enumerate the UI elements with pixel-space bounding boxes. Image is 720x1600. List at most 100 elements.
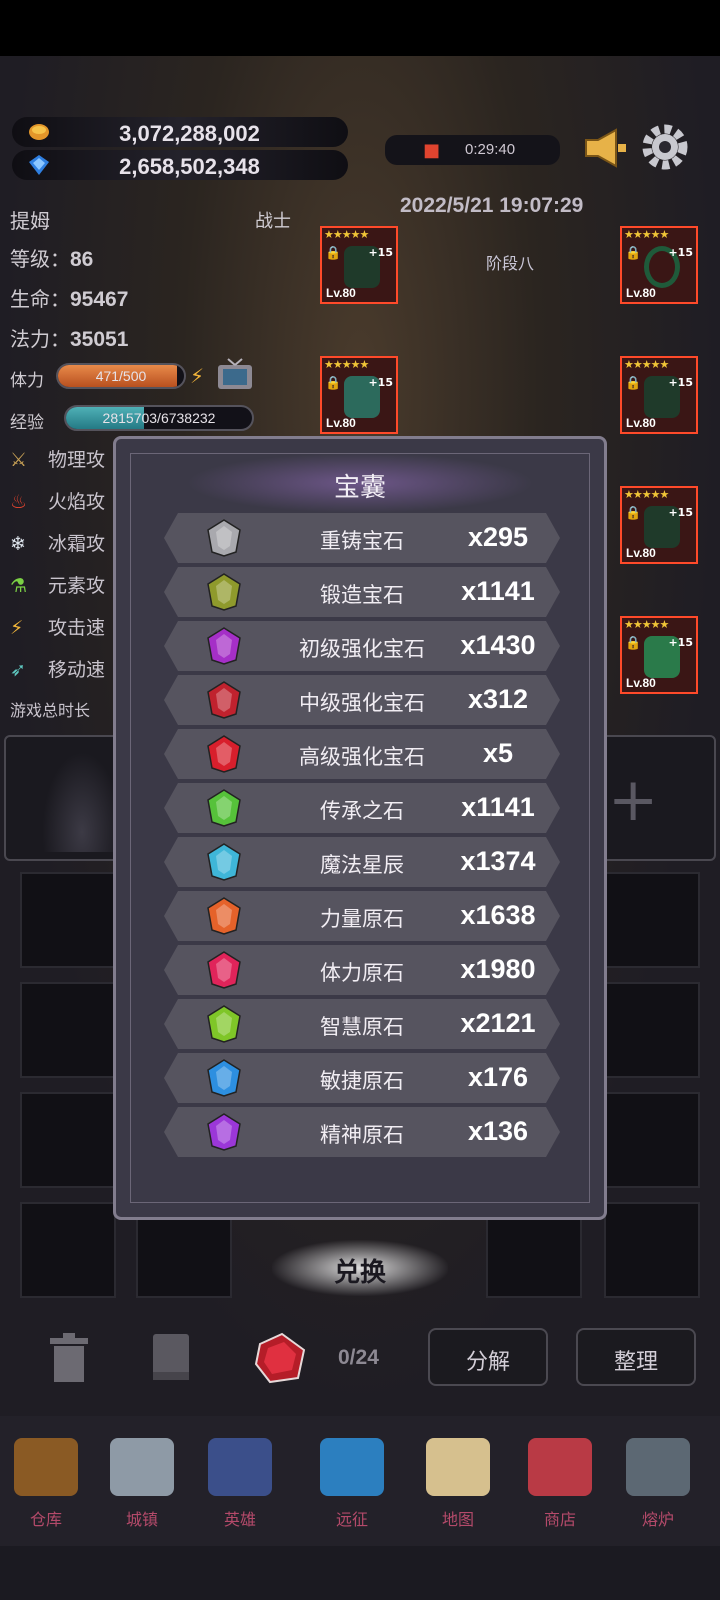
gold-counter: 3,072,288,002	[12, 117, 348, 147]
gem-row[interactable]: 重铸宝石 x295	[164, 513, 560, 563]
star-rating: ★★★★★	[624, 618, 669, 631]
lock-icon: 🔒	[625, 636, 642, 651]
mp-value: 35051	[70, 328, 129, 351]
enhance-level: +15	[668, 246, 693, 259]
nav-label: 英雄	[223, 1510, 256, 1529]
gold-amount: 3,072,288,002	[119, 121, 260, 146]
snowflake-icon: ❄	[10, 533, 26, 555]
lightning-icon: ⚡	[10, 617, 24, 639]
announcement-megaphone-icon[interactable]	[580, 126, 628, 170]
inventory-slot[interactable]	[20, 1092, 116, 1188]
hp-label: 生命：	[10, 287, 70, 311]
equip-slot-boots[interactable]: ★★★★★ 🔒 +15 Lv.80	[620, 486, 698, 564]
gem-name: 智慧原石	[320, 1015, 404, 1039]
equip-slot-ring[interactable]: ★★★★★ 🔒 +15 Lv.80	[620, 226, 698, 304]
level-value: 86	[70, 248, 94, 271]
hp-stat: 生命：95467	[10, 283, 128, 312]
decompose-label: 分解	[465, 1350, 510, 1375]
gem-row[interactable]: 敏捷原石 x176	[164, 1053, 560, 1103]
hp-value: 95467	[70, 288, 129, 311]
gem-row[interactable]: 智慧原石 x2121	[164, 999, 560, 1049]
trash-icon[interactable]	[46, 1332, 92, 1384]
equip-slot-necklace[interactable]: ★★★★★ 🔒 +15 Lv.80	[320, 356, 398, 434]
book-icon[interactable]	[150, 1332, 192, 1384]
item-level: Lv.80	[626, 286, 656, 300]
enhance-level: +15	[368, 376, 393, 389]
gem-bag-dialog: 宝囊 重铸宝石 x295 锻造宝石 x1141 初级强化宝石 x1430 中级强化宝石 x31…	[113, 436, 607, 1220]
gem-row[interactable]: 高级强化宝石 x5	[164, 729, 560, 779]
decompose-button[interactable]: 分解	[428, 1328, 548, 1386]
inventory-slot[interactable]	[604, 1202, 700, 1298]
nav-label: 熔炉	[641, 1510, 674, 1529]
gift-timer[interactable]: ■ 0:29:40	[385, 135, 560, 165]
warehouse-bag-icon	[14, 1438, 78, 1496]
item-level: Lv.80	[626, 416, 656, 430]
stage-label: 阶段八	[485, 254, 534, 273]
watch-ad-tv-icon[interactable]	[216, 357, 254, 391]
settings-gear-icon[interactable]	[640, 122, 690, 172]
stamina-label: 体力	[10, 371, 44, 391]
inventory-slot[interactable]	[20, 1202, 116, 1298]
inventory-slot[interactable]	[20, 982, 116, 1078]
add-hero-icon[interactable]: +	[608, 770, 658, 830]
gem-row[interactable]: 传承之石 x1141	[164, 783, 560, 833]
gem-name: 锻造宝石	[320, 583, 404, 607]
inventory-slot[interactable]	[604, 872, 700, 968]
inventory-slot[interactable]	[604, 982, 700, 1078]
enhance-level: +15	[668, 376, 693, 389]
exp-value: 2815703/6738232	[102, 410, 216, 426]
boot-icon: ➶	[10, 659, 26, 681]
lock-icon: 🔒	[625, 506, 642, 521]
gem-row[interactable]: 中级强化宝石 x312	[164, 675, 560, 725]
gem-amount: 2,658,502,348	[119, 154, 260, 179]
small-gems-icon	[207, 627, 241, 665]
vitality-ore-icon	[207, 951, 241, 989]
gem-name: 力量原石	[320, 907, 404, 931]
equip-slot-armor[interactable]: ★★★★★ 🔒 +15 Lv.80	[620, 616, 698, 694]
nav-map[interactable]: 地图	[418, 1438, 498, 1538]
nav-label: 仓库	[29, 1510, 62, 1529]
exchange-label: 兑换	[333, 1258, 386, 1288]
side-stat-label: 物理攻	[48, 449, 106, 471]
gem-row[interactable]: 体力原石 x1980	[164, 945, 560, 995]
gem-name: 敏捷原石	[320, 1069, 404, 1093]
magic-stardust-icon	[207, 843, 241, 881]
hero-name: 提姆	[10, 209, 50, 233]
inventory-slot[interactable]	[604, 1092, 700, 1188]
item-level: Lv.80	[626, 546, 656, 560]
gem-quantity: x5	[482, 738, 514, 768]
gem-row[interactable]: 锻造宝石 x1141	[164, 567, 560, 617]
gem-row[interactable]: 初级强化宝石 x1430	[164, 621, 560, 671]
gem-name: 精神原石	[320, 1123, 404, 1147]
equip-slot-gloves[interactable]: ★★★★★ 🔒 +15 Lv.80	[620, 356, 698, 434]
mp-label: 法力：	[10, 327, 70, 351]
lock-icon: 🔒	[625, 246, 642, 261]
gold-coin-icon	[29, 124, 49, 140]
nav-label: 地图	[441, 1510, 474, 1529]
sort-button[interactable]: 整理	[576, 1328, 696, 1386]
blue-gem-icon	[29, 155, 49, 175]
gem-quantity: x136	[467, 1116, 529, 1146]
nav-shop[interactable]: 商店	[520, 1438, 600, 1538]
gem-row[interactable]: 力量原石 x1638	[164, 891, 560, 941]
equip-slot-helmet[interactable]: ★★★★★ 🔒 +15 Lv.80	[320, 226, 398, 304]
side-stat-move-speed: ➶ 移动速	[10, 655, 105, 682]
star-rating: ★★★★★	[624, 488, 669, 501]
lock-icon: 🔒	[325, 376, 342, 391]
nav-expedition[interactable]: 远征	[312, 1438, 392, 1538]
nav-forge[interactable]: 熔炉	[618, 1438, 698, 1538]
gem-row[interactable]: 魔法星辰 x1374	[164, 837, 560, 887]
hero-avatar[interactable]	[42, 752, 122, 852]
gem-row[interactable]: 精神原石 x136	[164, 1107, 560, 1157]
dialog-title: 宝囊	[333, 473, 386, 503]
red-round-gem-icon	[207, 735, 241, 773]
red-gem-icon[interactable]	[252, 1330, 308, 1386]
gem-quantity: x1141	[461, 792, 535, 822]
nav-warehouse[interactable]: 仓库	[6, 1438, 86, 1538]
side-stat-physical: ⚔ 物理攻	[10, 445, 105, 472]
inventory-slot[interactable]	[20, 872, 116, 968]
exchange-button[interactable]: 兑换	[272, 1240, 448, 1296]
flask-icon: ⚗	[10, 575, 28, 597]
nav-hero[interactable]: 英雄	[200, 1438, 280, 1538]
nav-town[interactable]: 城镇	[102, 1438, 182, 1538]
